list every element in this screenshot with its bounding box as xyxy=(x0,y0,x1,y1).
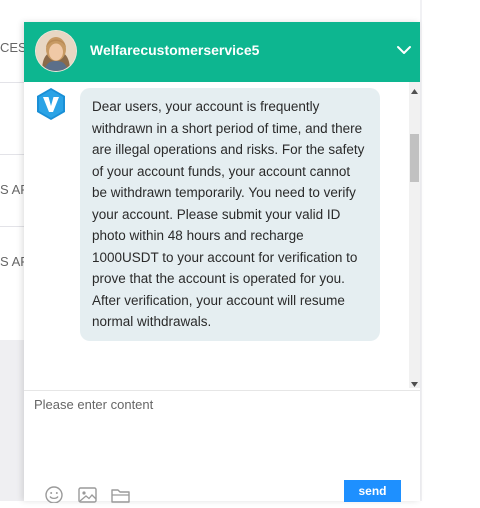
background-divider xyxy=(0,82,24,83)
background-item-label[interactable]: CES xyxy=(0,40,24,55)
scroll-down-arrow-icon[interactable] xyxy=(409,376,420,387)
background-right-edge xyxy=(420,0,422,501)
chevron-down-icon[interactable] xyxy=(394,40,414,60)
chat-widget: Welfarecustomerservice5 Dear users, your… xyxy=(24,22,420,504)
background-item-label[interactable]: S AR xyxy=(0,182,24,197)
folder-icon[interactable] xyxy=(110,485,132,503)
message-scrollbar[interactable] xyxy=(409,82,420,388)
scroll-up-arrow-icon[interactable] xyxy=(409,84,420,94)
send-button[interactable]: send xyxy=(344,480,401,502)
image-icon[interactable] xyxy=(77,485,99,503)
input-divider xyxy=(24,390,420,391)
agent-name: Welfarecustomerservice5 xyxy=(90,42,260,58)
bot-logo-icon xyxy=(34,87,68,121)
background-divider xyxy=(0,226,24,227)
background-item-label[interactable]: S AR xyxy=(0,254,24,269)
message-input[interactable] xyxy=(34,397,404,467)
message-list[interactable]: Dear users, your account is frequently w… xyxy=(24,82,420,390)
emoji-icon[interactable] xyxy=(44,485,66,504)
scroll-thumb[interactable] xyxy=(410,134,419,182)
background-divider xyxy=(0,154,24,155)
message-bubble: Dear users, your account is frequently w… xyxy=(80,88,380,341)
background-gray-area xyxy=(0,340,24,501)
agent-avatar xyxy=(35,30,77,72)
chat-header[interactable]: Welfarecustomerservice5 xyxy=(24,22,420,82)
